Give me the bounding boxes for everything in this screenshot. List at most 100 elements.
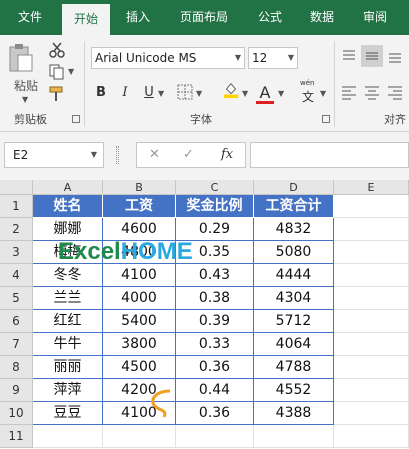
cancel-icon[interactable]: ✕ [149,143,160,167]
cut-icon[interactable] [48,41,66,59]
chevron-down-icon[interactable]: ▼ [242,89,248,98]
empty-cell[interactable] [334,195,409,218]
empty-cell[interactable] [334,241,409,264]
column-header[interactable]: E [334,180,409,195]
table-cell[interactable]: 4304 [254,287,334,310]
empty-cell[interactable] [103,425,176,448]
empty-cell[interactable] [334,310,409,333]
table-cell[interactable]: 5080 [254,241,334,264]
table-cell[interactable]: 丽丽 [33,356,103,379]
row-header[interactable]: 4 [0,264,33,287]
empty-cell[interactable] [334,402,409,425]
paste-icon[interactable] [8,43,34,73]
table-cell[interactable]: 5400 [103,310,176,333]
select-all-corner[interactable] [0,180,33,195]
underline-button[interactable]: U [140,83,158,103]
font-launcher-icon[interactable] [322,115,330,123]
phonetic-label[interactable]: wén [300,79,314,87]
row-header[interactable]: 11 [0,425,33,448]
table-cell[interactable]: 冬冬 [33,264,103,287]
table-cell[interactable]: 0.39 [176,310,254,333]
column-header[interactable]: A [33,180,103,195]
table-cell[interactable]: 0.36 [176,402,254,425]
row-header[interactable]: 5 [0,287,33,310]
empty-cell[interactable] [334,356,409,379]
chevron-down-icon[interactable]: ▼ [196,89,202,98]
chevron-down-icon[interactable]: ▼ [288,48,294,68]
empty-cell[interactable] [334,218,409,241]
table-cell[interactable]: 4388 [254,402,334,425]
font-name-select[interactable]: Arial Unicode MS ▼ [91,47,245,69]
table-cell[interactable]: 4000 [103,287,176,310]
bold-button[interactable]: B [92,83,110,103]
phonetic-char[interactable]: 文 [302,88,314,105]
row-header[interactable]: 8 [0,356,33,379]
align-right-icon[interactable] [386,83,404,101]
tab-home[interactable]: 开始 [62,4,110,35]
table-cell[interactable]: 兰兰 [33,287,103,310]
row-header[interactable]: 9 [0,379,33,402]
column-header[interactable]: C [176,180,254,195]
empty-cell[interactable] [334,379,409,402]
table-cell[interactable]: 4552 [254,379,334,402]
column-header[interactable]: D [254,180,334,195]
align-bottom-icon[interactable] [386,47,404,65]
chevron-down-icon[interactable]: ▼ [158,89,164,98]
table-cell[interactable]: 4832 [254,218,334,241]
paste-button-label[interactable]: 粘贴 [14,77,38,94]
table-cell[interactable]: 4064 [254,333,334,356]
row-header[interactable]: 7 [0,333,33,356]
table-cell[interactable]: 豆豆 [33,402,103,425]
table-cell[interactable]: 5712 [254,310,334,333]
column-header[interactable]: B [103,180,176,195]
table-cell[interactable]: 0.36 [176,356,254,379]
row-header[interactable]: 6 [0,310,33,333]
table-cell[interactable]: 红红 [33,310,103,333]
table-header-cell[interactable]: 工资合计 [254,195,334,218]
tab-data[interactable]: 数据 [310,0,334,35]
empty-cell[interactable] [334,287,409,310]
formula-input[interactable] [250,142,409,168]
align-top-icon[interactable] [340,47,358,65]
table-header-cell[interactable]: 工资 [103,195,176,218]
align-left-icon[interactable] [340,83,358,101]
tab-file[interactable]: 文件 [18,0,42,35]
tab-review[interactable]: 审阅 [363,0,387,35]
borders-icon[interactable] [176,83,194,101]
tab-page-layout[interactable]: 页面布局 [180,0,228,35]
table-cell[interactable]: 0.44 [176,379,254,402]
font-size-select[interactable]: 12 ▼ [248,47,298,69]
row-header[interactable]: 1 [0,195,33,218]
row-header[interactable]: 10 [0,402,33,425]
chevron-down-icon[interactable]: ▼ [22,95,28,104]
empty-cell[interactable] [176,425,254,448]
format-painter-icon[interactable] [48,85,66,103]
chevron-down-icon[interactable]: ▼ [278,89,284,98]
insert-function-icon[interactable]: fx [221,143,233,167]
chevron-down-icon[interactable]: ▼ [235,48,241,68]
tab-formulas[interactable]: 公式 [258,0,282,35]
fill-color-icon[interactable] [222,81,240,99]
italic-button[interactable]: I [116,83,134,103]
font-color-button[interactable]: A [256,83,274,103]
table-cell[interactable]: 4500 [103,356,176,379]
empty-cell[interactable] [33,425,103,448]
table-cell[interactable]: 4444 [254,264,334,287]
clipboard-launcher-icon[interactable] [72,115,80,123]
row-header[interactable]: 3 [0,241,33,264]
empty-cell[interactable] [334,264,409,287]
chevron-down-icon[interactable]: ▼ [91,143,97,167]
table-cell[interactable]: 0.38 [176,287,254,310]
tab-insert[interactable]: 插入 [126,0,150,35]
table-cell[interactable]: 0.43 [176,264,254,287]
table-cell[interactable]: 4788 [254,356,334,379]
empty-cell[interactable] [334,333,409,356]
align-center-icon[interactable] [363,83,381,101]
chevron-down-icon[interactable]: ▼ [320,89,326,98]
table-cell[interactable]: 萍萍 [33,379,103,402]
table-header-cell[interactable]: 姓名 [33,195,103,218]
name-box[interactable]: E2 ▼ [4,142,104,168]
resize-handle[interactable] [116,146,119,164]
table-cell[interactable]: 4100 [103,264,176,287]
table-header-cell[interactable]: 奖金比例 [176,195,254,218]
